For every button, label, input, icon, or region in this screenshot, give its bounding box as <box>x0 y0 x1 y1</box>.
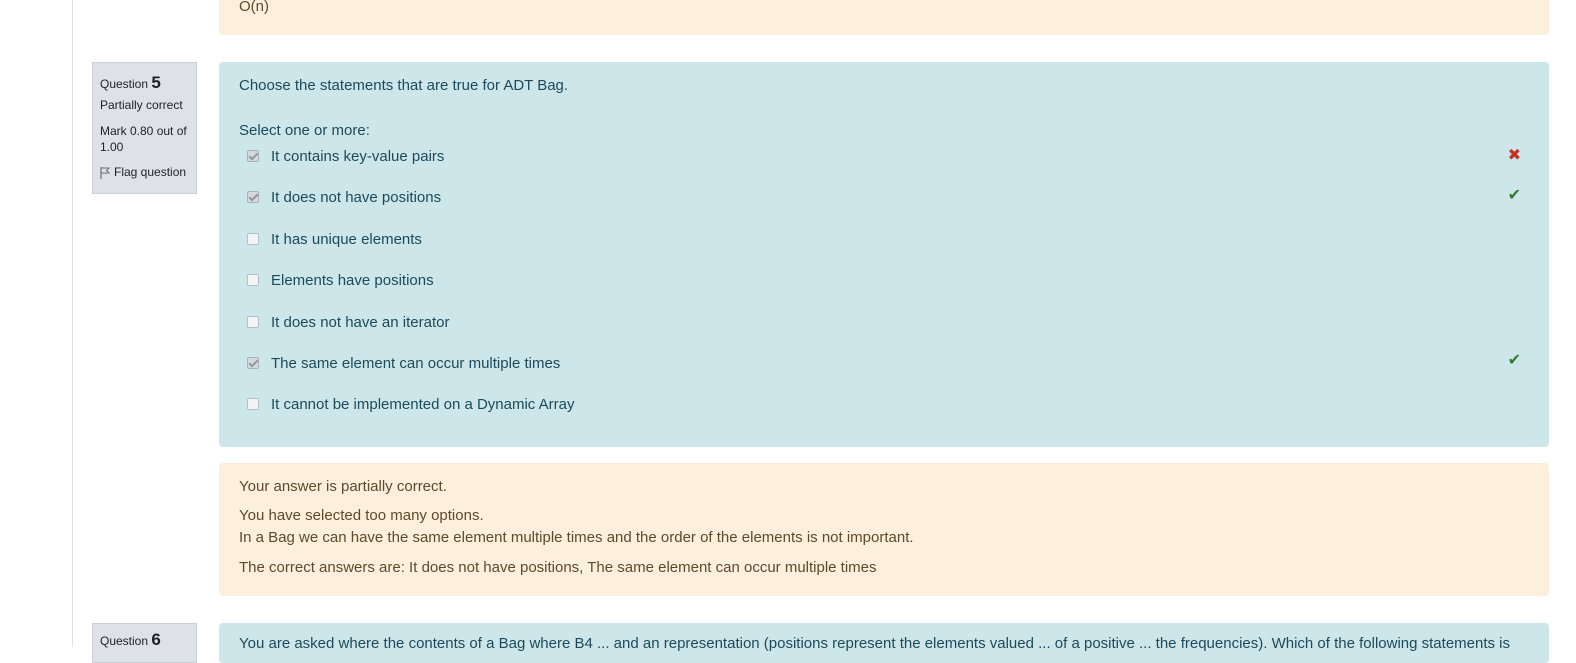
answer-option[interactable]: It has unique elements <box>247 228 422 250</box>
answer-option[interactable]: It cannot be implemented on a Dynamic Ar… <box>247 393 575 415</box>
question-feedback: Your answer is partially correct. You ha… <box>219 463 1549 596</box>
previous-question-feedback: O(n) <box>219 0 1549 35</box>
answer-checkbox[interactable] <box>247 274 259 286</box>
answer-checkbox[interactable] <box>247 233 259 245</box>
question-label: Question <box>100 77 149 91</box>
answer-checkbox[interactable] <box>247 191 259 203</box>
previous-feedback-text: O(n) <box>239 0 269 15</box>
answer-option[interactable]: It contains key-value pairs <box>247 145 444 167</box>
question-label: Question <box>100 634 149 648</box>
answer-option[interactable]: It does not have an iterator <box>247 311 449 333</box>
feedback-general: In a Bag we can have the same element mu… <box>239 529 914 546</box>
page-left-border <box>72 0 73 647</box>
question-grade: Mark 0.80 out of 1.00 <box>100 123 187 155</box>
answer-label: Elements have positions <box>271 271 434 289</box>
feedback-specific: You have selected too many options. <box>239 507 484 524</box>
next-question-info: Question 6 <box>92 623 197 663</box>
answer-option[interactable]: The same element can occur multiple time… <box>247 352 560 374</box>
answer-label: It contains key-value pairs <box>271 147 445 165</box>
answer-label: The same element can occur multiple time… <box>271 354 561 372</box>
answer-prompt: Select one or more: <box>239 122 370 139</box>
question-info: Question 5 Partially correct Mark 0.80 o… <box>92 62 197 194</box>
question-number-row: Question 5 <box>100 71 189 95</box>
question-text: Choose the statements that are true for … <box>239 77 569 94</box>
question-state: Partially correct <box>100 97 183 112</box>
question-formulation: Choose the statements that are true for … <box>219 62 1549 447</box>
question-text: You are asked where the contents of a Ba… <box>239 635 1511 652</box>
check-icon: ✔ <box>1507 187 1521 204</box>
answer-checkbox[interactable] <box>247 150 259 162</box>
times-icon: ✖ <box>1507 147 1521 164</box>
answer-option[interactable]: Elements have positions <box>247 269 434 291</box>
question-number: 6 <box>151 630 161 649</box>
answer-checkbox[interactable] <box>247 398 259 410</box>
answer-label: It cannot be implemented on a Dynamic Ar… <box>271 395 575 413</box>
check-icon: ✔ <box>1507 352 1521 369</box>
answer-label: It does not have an iterator <box>271 313 450 331</box>
feedback-outcome: Your answer is partially correct. <box>239 478 447 495</box>
flag-question-label: Flag question <box>114 165 187 180</box>
question-number: 5 <box>151 73 161 92</box>
answer-checkbox[interactable] <box>247 357 259 369</box>
next-question-formulation: You are asked where the contents of a Ba… <box>219 623 1549 663</box>
answer-option[interactable]: It does not have positions <box>247 186 441 208</box>
flag-question-button[interactable]: Flag question <box>100 164 189 181</box>
answer-label: It does not have positions <box>271 188 442 206</box>
answer-label: It has unique elements <box>271 230 422 248</box>
flag-icon <box>100 166 111 179</box>
feedback-right-answer: The correct answers are: It does not hav… <box>239 559 877 576</box>
answer-checkbox[interactable] <box>247 316 259 328</box>
